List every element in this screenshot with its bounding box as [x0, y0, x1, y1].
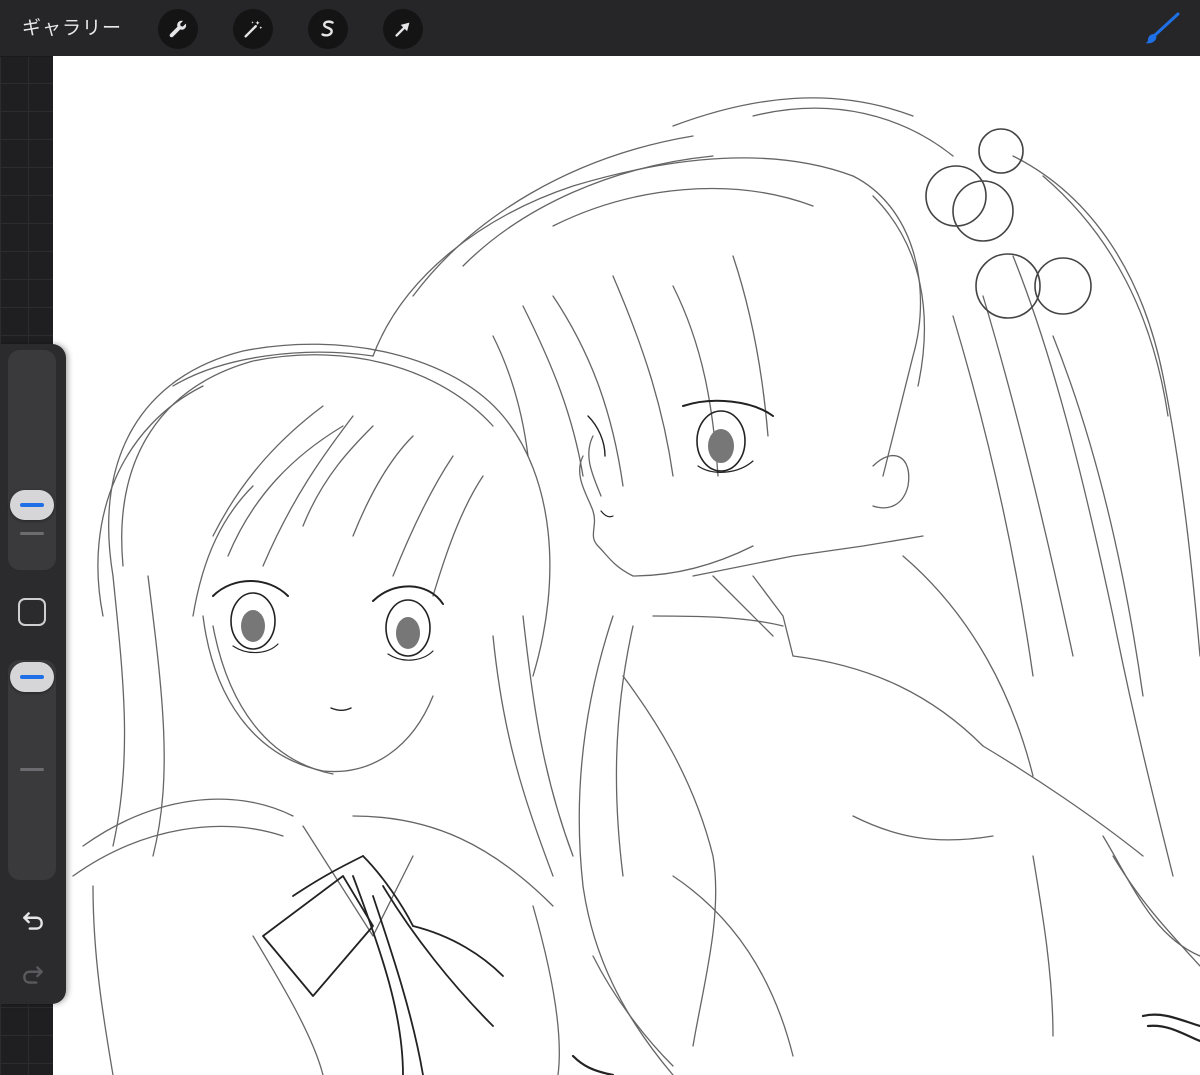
sketch-artwork [72, 97, 1200, 1075]
opacity-tick [20, 768, 44, 771]
redo-arrow-icon [23, 966, 43, 984]
undo-button[interactable] [18, 906, 48, 936]
modify-button[interactable] [18, 598, 46, 626]
redo-button[interactable] [18, 960, 48, 990]
brush-icon [1145, 12, 1180, 44]
opacity-indicator [20, 675, 44, 679]
left-sidebar [0, 344, 66, 1004]
wrench-icon [169, 20, 187, 38]
brush-button[interactable] [1142, 10, 1182, 46]
gallery-button[interactable]: ギャラリー [22, 14, 122, 42]
top-toolbar: ギャラリー [0, 0, 1200, 57]
selection-button[interactable] [308, 9, 348, 49]
brush-size-indicator [20, 503, 44, 507]
arrow-cursor-icon [395, 22, 410, 37]
brush-size-tick [20, 532, 44, 535]
drawing-canvas[interactable] [53, 56, 1200, 1075]
opacity-handle[interactable] [10, 662, 54, 692]
magic-wand-icon [244, 20, 263, 38]
undo-arrow-icon [23, 912, 43, 930]
adjustments-button[interactable] [233, 9, 273, 49]
brush-size-handle[interactable] [10, 490, 54, 520]
transform-button[interactable] [383, 9, 423, 49]
selection-s-icon [321, 20, 334, 37]
actions-button[interactable] [158, 9, 198, 49]
brush-size-slider[interactable] [8, 350, 56, 570]
